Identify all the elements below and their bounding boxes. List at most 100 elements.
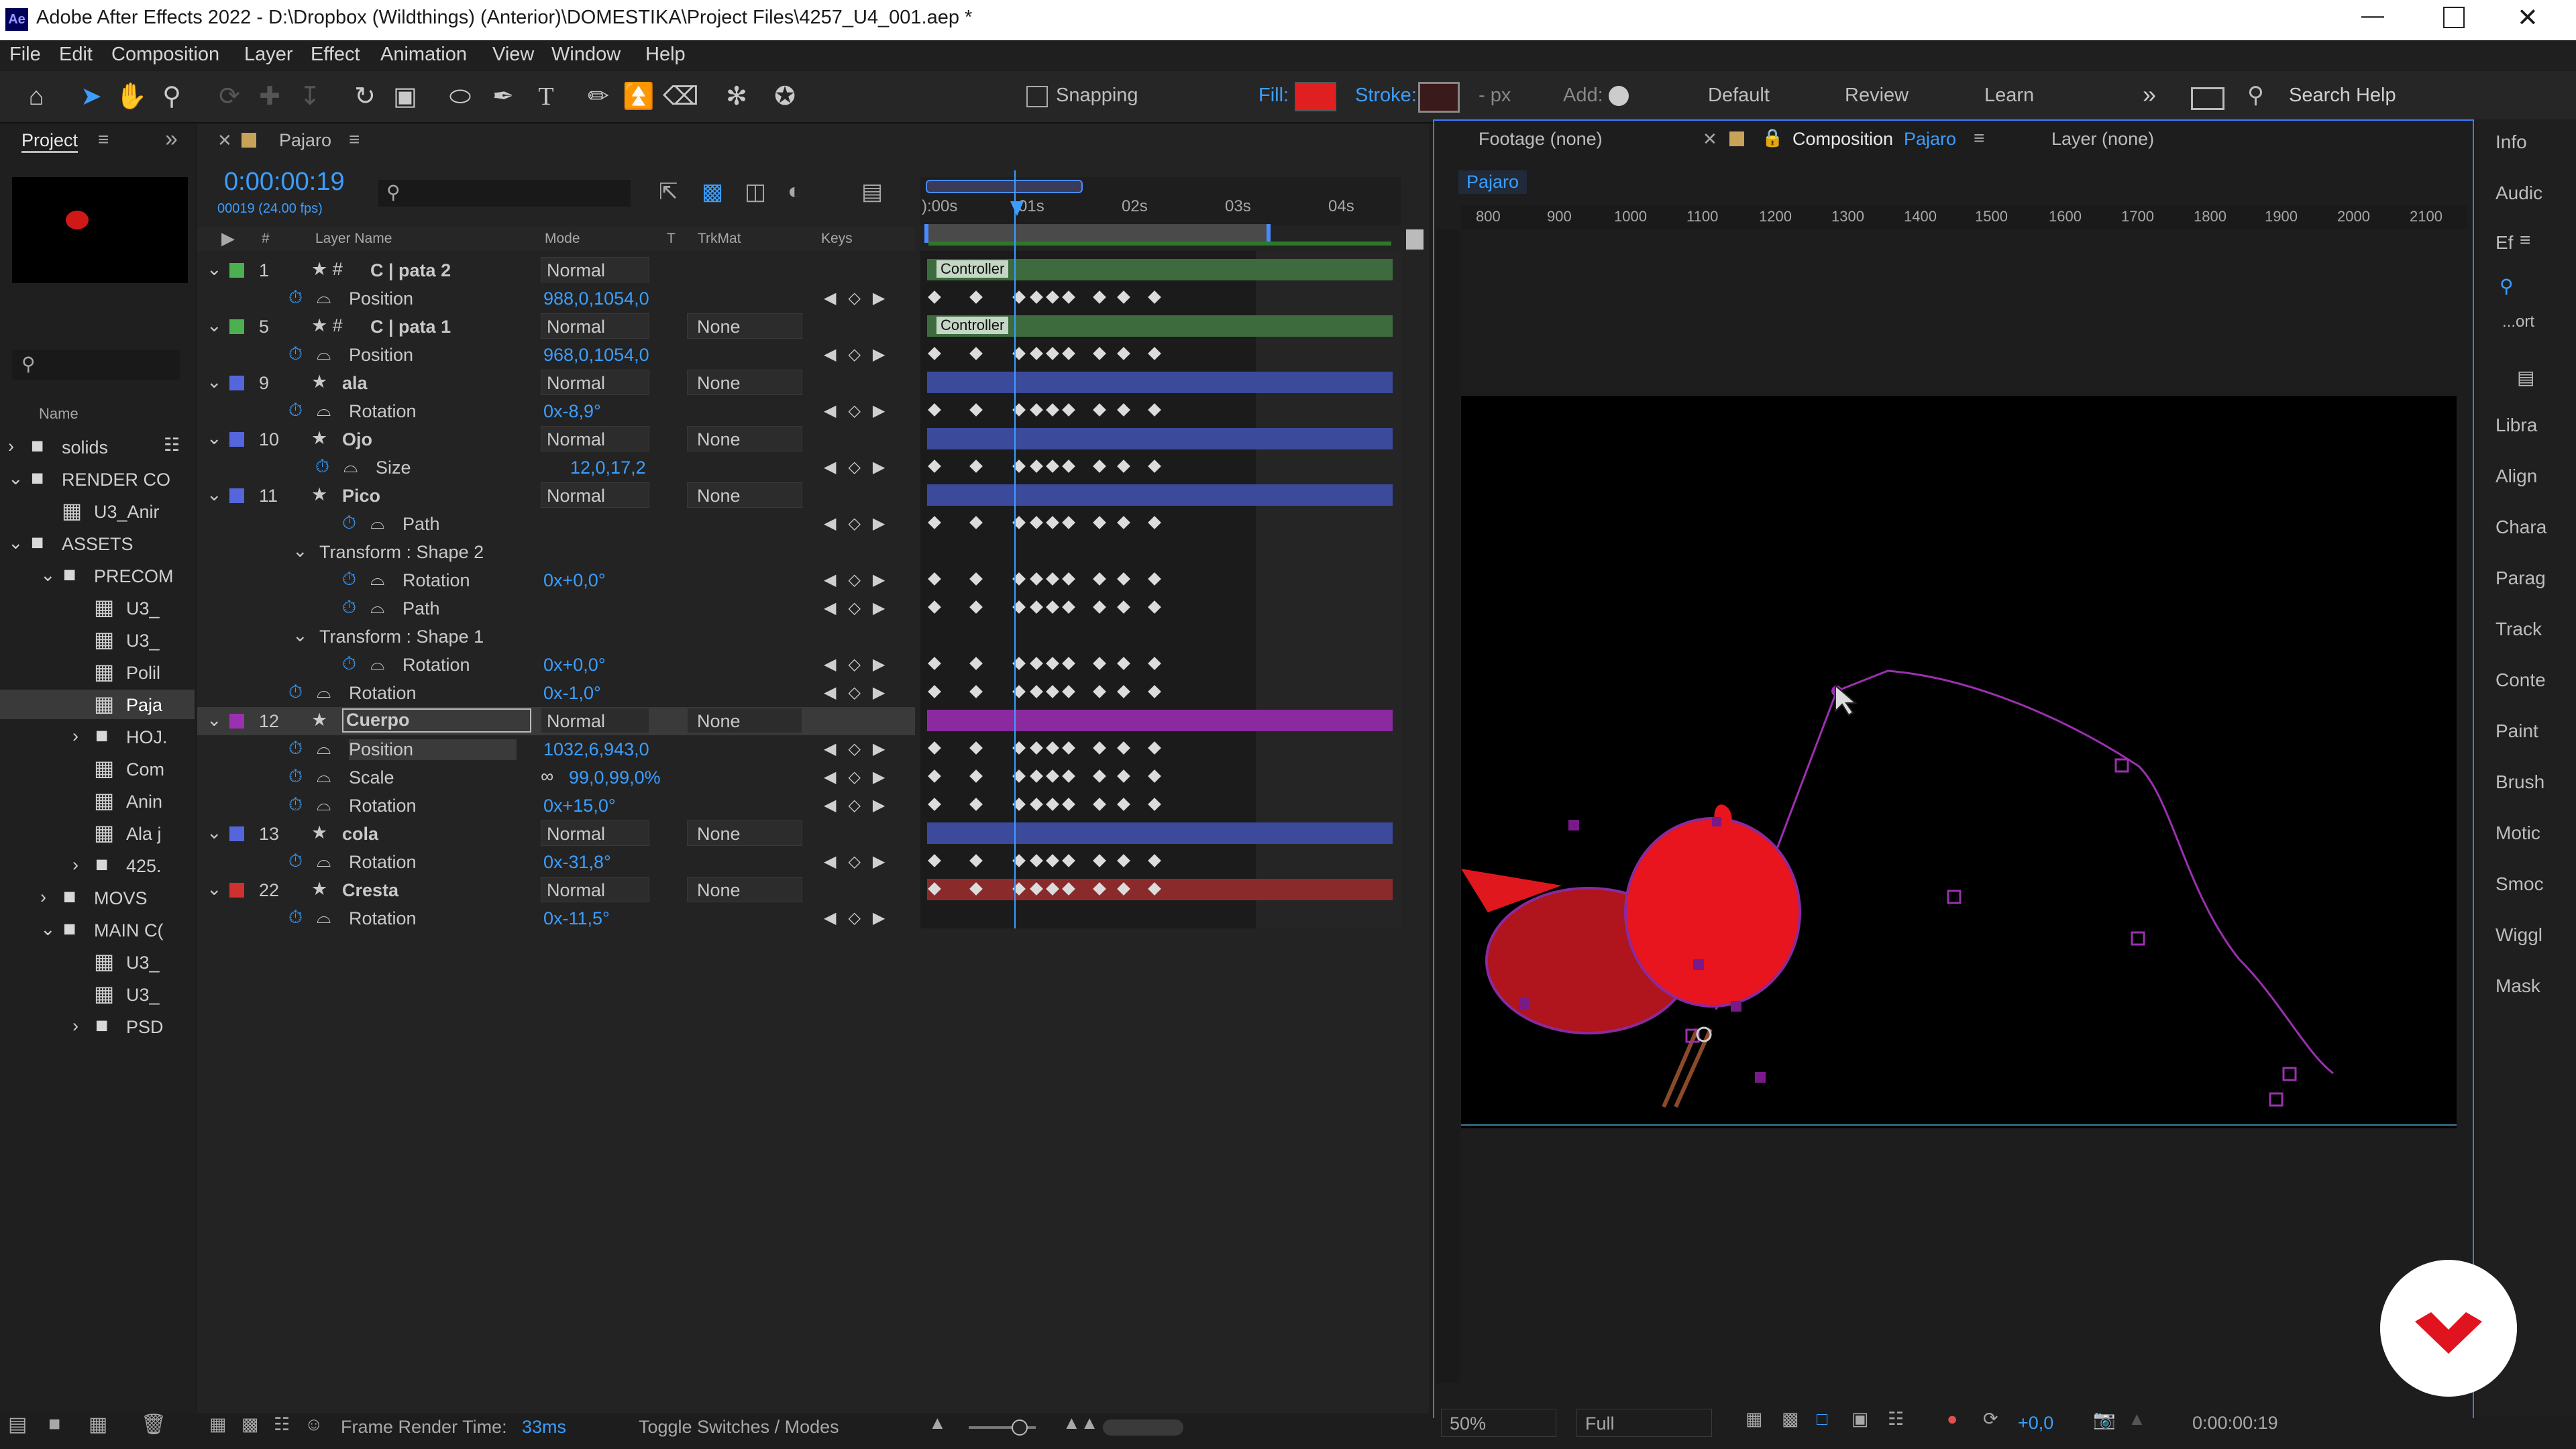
list-item[interactable]: › ■ PSD xyxy=(0,1012,195,1041)
stopwatch-icon[interactable]: ⏱ xyxy=(342,597,356,619)
property-row[interactable]: ⏱ ⌓ Scale ∞ 99,0,99,0% ◀◇▶ xyxy=(197,763,915,792)
keyframe[interactable] xyxy=(1030,798,1043,811)
transparency-grid-icon[interactable]: ▩ xyxy=(1782,1409,1799,1430)
motion-sketch-panel-tab[interactable]: Motic xyxy=(2496,822,2540,844)
type-tool-icon[interactable]: T xyxy=(530,80,562,113)
expand-arrow-icon[interactable]: ⌄ xyxy=(207,710,222,731)
channel-icon[interactable]: ● xyxy=(1947,1409,1957,1430)
stroke-swatch[interactable] xyxy=(1418,82,1460,113)
list-item[interactable]: › ■ MOVS xyxy=(0,883,195,912)
project-search-input[interactable]: ⚲ xyxy=(12,350,180,380)
menu-view[interactable]: View xyxy=(492,44,534,66)
keyframe[interactable] xyxy=(1148,516,1161,529)
layer-switches-icon[interactable]: ▦ xyxy=(209,1414,227,1435)
keyframe[interactable] xyxy=(1117,403,1130,417)
orbit-tool-icon[interactable]: ⟳ xyxy=(213,80,246,113)
list-item[interactable]: ⌄ ■ PRECOM xyxy=(0,561,195,590)
composition-tab[interactable]: Composition xyxy=(1792,129,1893,150)
hand-tool-icon[interactable]: ✋ xyxy=(115,80,148,113)
keyframe[interactable] xyxy=(1046,741,1059,755)
in-out-icon[interactable]: ☷ xyxy=(274,1414,290,1435)
clone-stamp-icon[interactable]: ⏫ xyxy=(623,80,655,113)
keyframe[interactable] xyxy=(1093,347,1106,360)
workspace-review[interactable]: Review xyxy=(1845,85,1909,107)
num-column-header[interactable]: # xyxy=(262,231,270,247)
keyframe[interactable] xyxy=(928,572,941,586)
layer-row[interactable]: ⌄ 1 ★ # C | pata 2 Normal xyxy=(197,256,915,284)
name-column-header[interactable]: Name xyxy=(39,405,78,423)
horizontal-ruler[interactable]: 800 900 1000 1100 1200 1300 1400 1500 16… xyxy=(1461,205,2467,229)
rotate-tool-icon[interactable]: ↻ xyxy=(349,80,381,113)
layer-name-header[interactable]: Layer Name xyxy=(315,231,392,247)
keyframe[interactable] xyxy=(928,657,941,670)
character-panel-tab[interactable]: Chara xyxy=(2496,517,2546,538)
keyframe[interactable] xyxy=(1062,854,1075,867)
label-color[interactable] xyxy=(229,826,244,841)
property-group-row[interactable]: ⌄ Transform : Shape 2 xyxy=(197,538,915,566)
anchor-tool-icon[interactable]: ▣ xyxy=(389,80,421,113)
property-value[interactable]: 1032,6,943,0 xyxy=(543,739,649,760)
expand-arrow-icon[interactable]: ⌄ xyxy=(8,533,23,553)
keyframe[interactable] xyxy=(1148,882,1161,896)
collapse-arrow-icon[interactable]: › xyxy=(72,726,78,747)
mode-dropdown[interactable]: Normal xyxy=(541,820,649,846)
guides-icon[interactable]: ☷ xyxy=(1888,1409,1904,1430)
keyframe[interactable] xyxy=(1093,798,1106,811)
pan-tool-icon[interactable]: ✚ xyxy=(254,80,286,113)
keyframe[interactable] xyxy=(1117,347,1130,360)
stopwatch-icon[interactable]: ⏱ xyxy=(288,400,303,421)
minimize-button[interactable]: — xyxy=(2361,3,2388,30)
keyframe[interactable] xyxy=(1046,769,1059,783)
label-color[interactable] xyxy=(229,883,244,898)
expand-arrow-icon[interactable]: ⌄ xyxy=(207,822,222,843)
keyframe-navigator[interactable]: ◀◇▶ xyxy=(824,401,897,421)
property-row[interactable]: ⏱ ⌓ Position 988,0,1054,0 ◀◇▶ xyxy=(197,284,915,313)
keyframe[interactable] xyxy=(1062,600,1075,614)
expand-arrow-icon[interactable]: ⌄ xyxy=(207,879,222,900)
trkmat-dropdown[interactable]: None xyxy=(687,482,802,508)
layer-name[interactable]: Ojo xyxy=(342,429,372,450)
keyframe[interactable] xyxy=(1093,854,1106,867)
stopwatch-icon[interactable]: ⏱ xyxy=(288,682,303,703)
keyframe[interactable] xyxy=(1062,290,1075,304)
keyframe[interactable] xyxy=(1093,769,1106,783)
keyframe[interactable] xyxy=(1148,460,1161,473)
audio-panel-tab[interactable]: Audic xyxy=(2496,182,2542,204)
trkmat-dropdown[interactable]: None xyxy=(687,708,802,733)
tracker-panel-tab[interactable]: Track xyxy=(2496,619,2542,640)
keyframe[interactable] xyxy=(1046,600,1059,614)
search-icon[interactable]: ⚲ xyxy=(2247,82,2264,109)
brushes-panel-tab[interactable]: Brush xyxy=(2496,771,2544,793)
property-row[interactable]: ⏱ ⌓ Size 12,0,17,2 ◀◇▶ xyxy=(197,453,915,482)
layer-row[interactable]: ⌄ 9 ★ ala Normal None xyxy=(197,369,915,397)
keyframe[interactable] xyxy=(1117,657,1130,670)
paragraph-panel-tab[interactable]: Parag xyxy=(2496,568,2546,589)
close-window-button[interactable]: ✕ xyxy=(2517,3,2544,32)
keyframe-navigator[interactable]: ◀◇▶ xyxy=(824,767,897,787)
label-color[interactable] xyxy=(229,376,244,390)
graph-icon[interactable]: ⌓ xyxy=(370,597,384,619)
keyframe[interactable] xyxy=(1148,347,1161,360)
property-value[interactable]: 99,0,99,0% xyxy=(569,767,661,788)
label-color[interactable] xyxy=(229,714,244,729)
keyframe[interactable] xyxy=(1030,854,1043,867)
label-color[interactable] xyxy=(229,263,244,278)
zoom-out-icon[interactable]: ▲ xyxy=(928,1413,947,1434)
zoom-in-icon[interactable]: ▲▲ xyxy=(1063,1413,1098,1434)
graph-icon[interactable]: ⌓ xyxy=(317,738,331,759)
keyframe[interactable] xyxy=(928,347,941,360)
keyframe[interactable] xyxy=(1117,769,1130,783)
footage-tab[interactable]: Footage (none) xyxy=(1479,129,1603,150)
layer-name[interactable]: Cuerpo xyxy=(342,708,531,733)
zoom-dropdown[interactable]: 50% xyxy=(1441,1409,1556,1437)
close-tab-icon[interactable]: ✕ xyxy=(1703,129,1717,150)
keyframe[interactable] xyxy=(1093,741,1106,755)
mask-visibility-icon[interactable]: □ xyxy=(1817,1409,1827,1430)
keyframe[interactable] xyxy=(1030,600,1043,614)
keyframe[interactable] xyxy=(1148,290,1161,304)
keyframe[interactable] xyxy=(1117,798,1130,811)
keyframe[interactable] xyxy=(928,290,941,304)
keyframe[interactable] xyxy=(1046,572,1059,586)
keyframe[interactable] xyxy=(1062,572,1075,586)
keyframe[interactable] xyxy=(1030,657,1043,670)
